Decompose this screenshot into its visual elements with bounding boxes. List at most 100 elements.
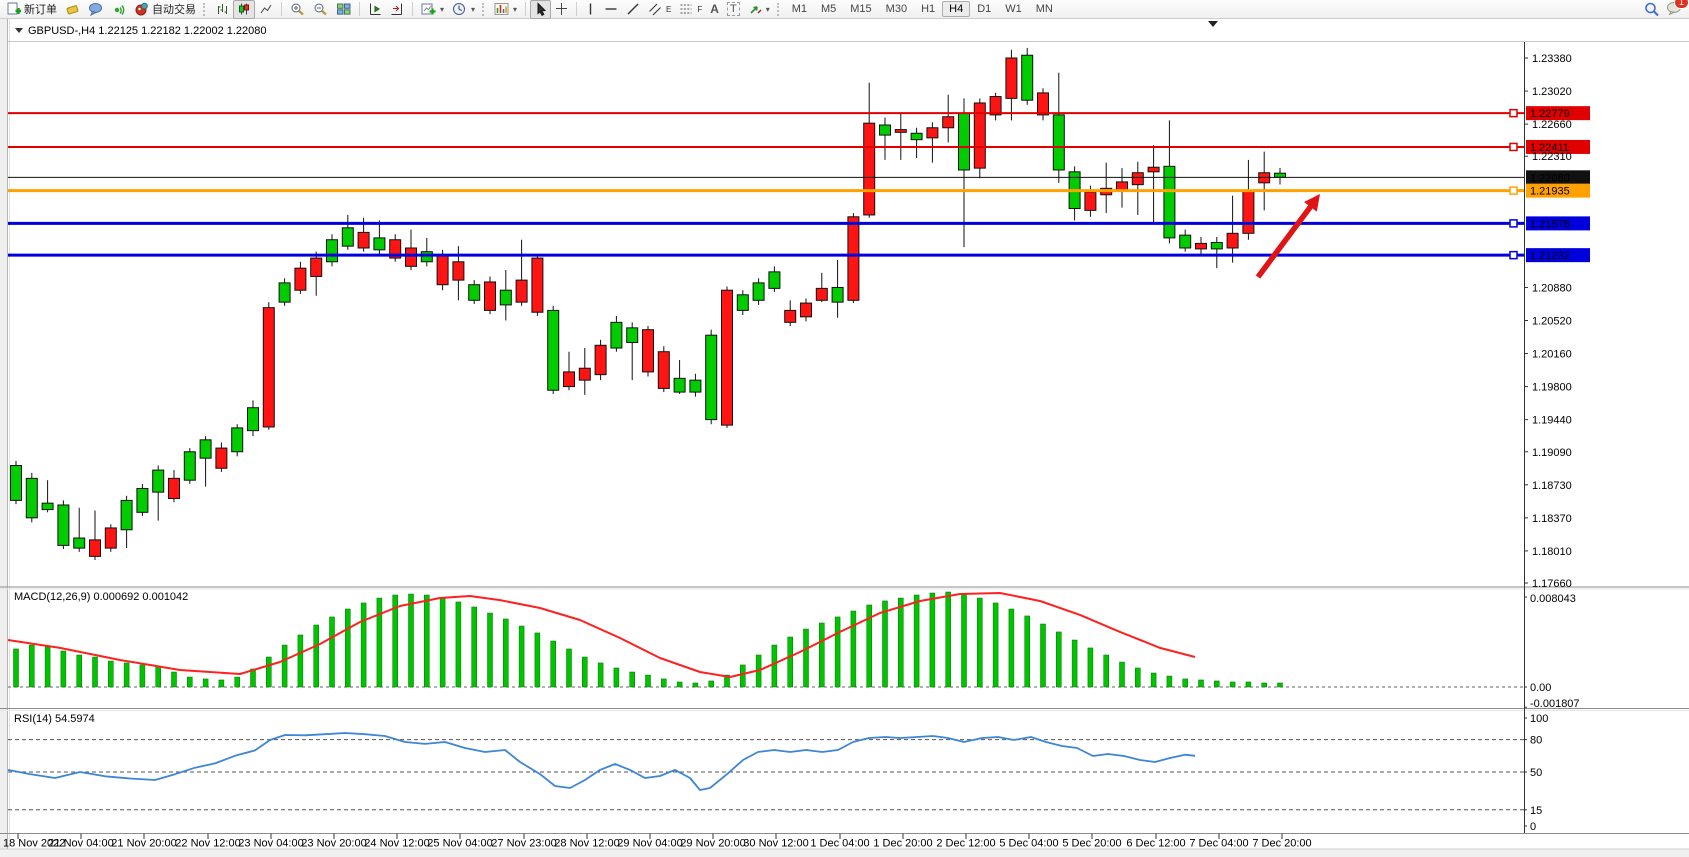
macd-histogram-bar — [1135, 668, 1140, 687]
macd-histogram-bar — [266, 657, 271, 687]
tile-windows-button[interactable] — [332, 0, 355, 19]
auto-scroll-button[interactable] — [364, 0, 386, 19]
date-axis-label: 27 Nov 23:00 — [491, 838, 556, 850]
price-badge-label: 1.21935 — [1530, 186, 1570, 198]
macd-histogram-bar — [646, 675, 651, 687]
channel-tool-button[interactable]: E — [644, 0, 675, 19]
text-tool-icon: A — [710, 2, 719, 16]
candlestick — [864, 123, 875, 215]
line-endpoint-marker[interactable] — [1510, 220, 1517, 227]
line-endpoint-marker[interactable] — [1510, 143, 1517, 150]
timeframe-button-mn[interactable]: MN — [1029, 1, 1060, 17]
text-label-tool-button[interactable]: T — [723, 0, 744, 19]
toolbar-separator — [576, 2, 577, 16]
line-endpoint-marker[interactable] — [1510, 110, 1517, 117]
chart-shift-button[interactable] — [386, 0, 408, 19]
price-axis-label: 1.18370 — [1532, 513, 1572, 525]
chat-button[interactable] — [84, 0, 107, 19]
trendline-tool-button[interactable] — [622, 0, 644, 19]
macd-histogram-bar — [251, 669, 256, 687]
macd-histogram-bar — [946, 592, 951, 687]
chart-shift-icon — [390, 2, 404, 16]
timeframe-button-w1[interactable]: W1 — [998, 1, 1029, 17]
candlestick — [880, 125, 891, 135]
price-axis-label: 1.20160 — [1532, 349, 1572, 361]
bar-chart-icon — [215, 2, 229, 16]
date-axis-label: 5 Dec 20:00 — [1062, 838, 1121, 850]
period-clock-button[interactable]: ▾ — [448, 0, 479, 19]
date-axis-label: 1 Dec 20:00 — [873, 838, 932, 850]
bar-chart-button[interactable] — [211, 0, 233, 19]
macd-histogram-bar — [1056, 632, 1061, 687]
chart-scroll-marker[interactable] — [1208, 21, 1218, 27]
macd-histogram-bar — [1214, 681, 1219, 687]
candlestick — [421, 252, 432, 262]
date-axis-label: 5 Dec 04:00 — [999, 838, 1058, 850]
candlestick — [121, 500, 132, 529]
macd-histogram-bar — [298, 635, 303, 687]
search-icon[interactable] — [1644, 2, 1660, 17]
zoom-in-button[interactable] — [286, 0, 309, 19]
candlestick — [1006, 58, 1017, 98]
timeframe-button-m15[interactable]: M15 — [843, 1, 878, 17]
candlestick-chart-button[interactable] — [233, 0, 255, 19]
macd-histogram-bar — [788, 637, 793, 687]
indicator-list-button[interactable]: ▾ — [490, 0, 521, 19]
signal-button[interactable] — [107, 0, 130, 19]
timeframe-button-d1[interactable]: D1 — [970, 1, 998, 17]
symbol-dropdown-icon[interactable] — [15, 28, 23, 33]
candlestick — [1053, 115, 1064, 170]
toolbar-drag-handle[interactable] — [777, 3, 782, 16]
macd-histogram-bar — [661, 679, 666, 687]
line-endpoint-marker[interactable] — [1510, 187, 1517, 194]
annotation-arrow-shaft[interactable] — [1258, 204, 1313, 277]
macd-histogram-bar — [472, 607, 477, 687]
notifications-button[interactable]: 1 — [1666, 0, 1683, 18]
arrows-tool-button[interactable]: ▾ — [744, 0, 774, 19]
price-axis-label: 1.22660 — [1532, 119, 1572, 131]
new-order-button[interactable]: 新订单 — [3, 0, 61, 19]
price-axis-label: 1.23020 — [1532, 86, 1572, 98]
date-axis-label: 24 Nov 12:00 — [364, 838, 429, 850]
crosshair-tool-button[interactable] — [551, 0, 572, 19]
timeframe-button-m5[interactable]: M5 — [814, 1, 843, 17]
timeframe-button-h4[interactable]: H4 — [942, 1, 970, 17]
fibonacci-tool-button[interactable]: F — [675, 0, 706, 19]
zoom-out-button[interactable] — [309, 0, 332, 19]
line-chart-button[interactable] — [255, 0, 277, 19]
rsi-label: RSI(14) 54.5974 — [14, 713, 95, 725]
candlestick — [279, 283, 290, 302]
line-endpoint-marker[interactable] — [1510, 252, 1517, 259]
add-indicator-button[interactable]: ▾ — [417, 0, 448, 19]
candlestick — [722, 290, 733, 425]
macd-histogram-bar — [1183, 679, 1188, 687]
horizontal-line-tool-button[interactable] — [600, 0, 622, 19]
timeframe-button-m1[interactable]: M1 — [785, 1, 814, 17]
candlestick — [58, 505, 69, 545]
cursor-tool-button[interactable] — [530, 0, 551, 19]
macd-histogram-bar — [993, 603, 998, 687]
tile-windows-icon — [336, 2, 351, 16]
text-tool-button[interactable]: A — [706, 0, 723, 19]
macd-histogram-bar — [330, 617, 335, 687]
macd-histogram-bar — [1167, 676, 1172, 687]
date-axis-label: 23 Nov 20:00 — [301, 838, 366, 850]
candlestick — [564, 372, 575, 387]
candlestick — [579, 368, 590, 380]
timeframe-button-h1[interactable]: H1 — [914, 1, 942, 17]
toolbar-right-group: 1 — [1644, 0, 1683, 18]
timeframe-button-m30[interactable]: M30 — [879, 1, 914, 17]
autotrading-button[interactable]: 自动交易 — [130, 0, 200, 19]
date-axis-label: 23 Nov 04:00 — [238, 838, 303, 850]
candlestick — [311, 258, 322, 276]
chart-area[interactable]: GBPUSD-,H4 1.22125 1.22182 1.22002 1.220… — [0, 19, 1689, 857]
eraser-button[interactable] — [61, 0, 84, 19]
eraser-icon — [65, 2, 80, 16]
toolbar-drag-handle[interactable] — [203, 3, 208, 16]
macd-histogram-bar — [345, 609, 350, 687]
candlestick — [927, 128, 938, 138]
vertical-line-tool-button[interactable] — [581, 0, 600, 19]
toolbar-drag-handle[interactable] — [482, 3, 487, 16]
candlestick — [327, 240, 338, 262]
notification-badge: 1 — [1674, 0, 1689, 9]
